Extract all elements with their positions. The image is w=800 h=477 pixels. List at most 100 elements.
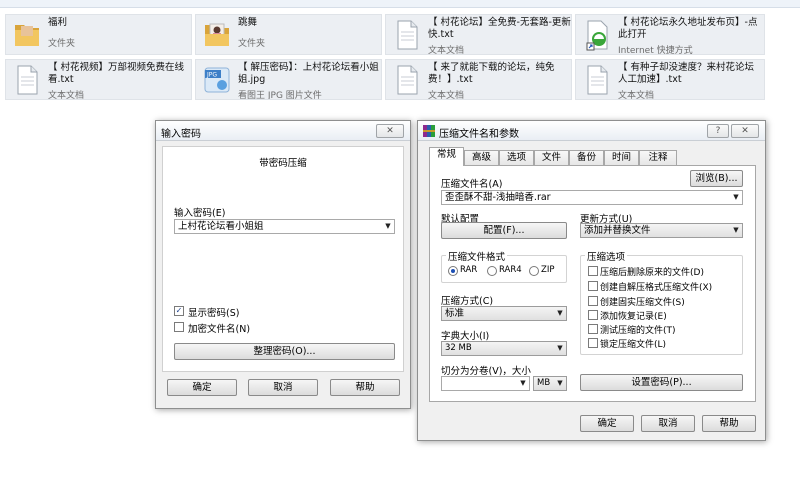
method-label: 压缩方式(C) <box>441 296 494 307</box>
jpg-image-icon: JPG <box>204 67 230 93</box>
encrypt-filenames-checkbox[interactable] <box>174 322 184 332</box>
tab-options[interactable]: 选项 <box>499 150 534 165</box>
format-zip-label: ZIP <box>541 265 555 275</box>
tile-type: 文本文档 <box>48 91 85 100</box>
chevron-down-icon[interactable]: ▼ <box>730 224 742 237</box>
delete-after-label: 压缩后删除原来的文件(D) <box>600 268 704 278</box>
archive-name-label: 压缩文件名(A) <box>441 179 503 190</box>
solid-label: 创建固实压缩文件(S) <box>600 298 685 308</box>
archive-dialog-title: 压缩文件名和参数 <box>439 129 519 140</box>
password-dialog: 输入密码 ✕ 带密码压缩 输入密码(E) 上村花论坛看小姐姐 ▼ ✓ 显示密码(… <box>155 120 411 409</box>
help-button[interactable]: 帮助 <box>330 379 400 396</box>
sfx-checkbox[interactable] <box>588 281 598 291</box>
text-file-icon <box>587 65 608 95</box>
method-select[interactable]: 标准 ▼ <box>441 306 567 321</box>
tile-type: 看图王 JPG 图片文件 <box>238 91 322 100</box>
chevron-down-icon[interactable]: ▼ <box>382 220 394 233</box>
chevron-down-icon[interactable]: ▼ <box>554 342 566 355</box>
sfx-label: 创建自解压格式压缩文件(X) <box>600 283 713 293</box>
text-file-icon <box>397 65 418 95</box>
tile-type: 文本文档 <box>618 91 655 100</box>
tile-type: 文本文档 <box>428 46 465 55</box>
password-dialog-subtitle: 带密码压缩 <box>259 158 307 169</box>
file-tile-fuli[interactable]: 福利 文件夹 <box>5 14 192 55</box>
split-unit-value: MB <box>537 378 551 388</box>
tile-type: 文本文档 <box>428 91 465 100</box>
solid-checkbox[interactable] <box>588 296 598 306</box>
set-password-button[interactable]: 设置密码(P)... <box>580 374 743 391</box>
password-value: 上村花论坛看小姐姐 <box>178 221 264 232</box>
method-value: 标准 <box>445 308 465 319</box>
ok-button[interactable]: 确定 <box>167 379 237 396</box>
file-tile-txt-4[interactable]: 【 有种子却没速度？来村花论坛人工加速】.txt 文本文档 <box>575 59 765 100</box>
tab-backup[interactable]: 备份 <box>569 150 604 165</box>
format-zip-radio[interactable] <box>529 266 539 276</box>
chevron-down-icon[interactable]: ▼ <box>517 377 529 390</box>
test-files-label: 测试压缩的文件(T) <box>600 326 676 336</box>
tile-name: 【 有种子却没速度？来村花论坛人工加速】.txt <box>618 62 755 85</box>
text-file-icon <box>397 20 418 50</box>
tile-type: Internet 快捷方式 <box>618 46 693 55</box>
internet-shortcut-icon <box>586 20 608 51</box>
chevron-down-icon[interactable]: ▼ <box>730 191 742 204</box>
file-tile-tiaowu[interactable]: 跳舞 文件夹 <box>195 14 382 55</box>
dictionary-value: 32 MB <box>445 343 472 353</box>
password-input[interactable]: 上村花论坛看小姐姐 ▼ <box>174 219 395 234</box>
help-icon[interactable]: ? <box>707 124 729 138</box>
lock-archive-checkbox[interactable] <box>588 338 598 348</box>
format-rar-radio[interactable] <box>448 266 458 276</box>
manage-passwords-button[interactable]: 整理密码(O)... <box>174 343 395 360</box>
tab-time[interactable]: 时间 <box>604 150 639 165</box>
file-tile-jpg[interactable]: JPG 【 解压密码】：上村花论坛看小姐姐.jpg 看图王 JPG 图片文件 <box>195 59 382 100</box>
recovery-record-checkbox[interactable] <box>588 310 598 320</box>
winrar-icon <box>423 125 435 137</box>
browse-button[interactable]: 浏览(B)... <box>690 170 743 187</box>
archive-name-input[interactable]: 歪歪酥不甜-浅抽暗香.rar ▼ <box>441 190 743 205</box>
tab-advanced[interactable]: 高级 <box>464 150 499 165</box>
close-icon[interactable]: ✕ <box>376 124 404 138</box>
archive-dialog-titlebar[interactable]: 压缩文件名和参数 ? ✕ <box>418 121 765 141</box>
tile-name: 福利 <box>48 17 68 28</box>
chevron-down-icon[interactable]: ▼ <box>554 377 566 390</box>
tab-files[interactable]: 文件 <box>534 150 569 165</box>
show-password-label: 显示密码(S) <box>188 308 240 319</box>
password-panel: 带密码压缩 输入密码(E) 上村花论坛看小姐姐 ▼ ✓ 显示密码(S) 加密文件… <box>162 146 404 372</box>
file-tile-shortcut[interactable]: 【 村花论坛永久地址发布页】-点此打开 Internet 快捷方式 <box>575 14 765 55</box>
file-tile-txt-2[interactable]: 【 村花视频】万部视频免费在线看.txt 文本文档 <box>5 59 192 100</box>
folder-icon <box>15 25 39 46</box>
password-dialog-title: 输入密码 <box>161 129 201 140</box>
format-rar4-radio[interactable] <box>487 266 497 276</box>
chevron-down-icon[interactable]: ▼ <box>554 307 566 320</box>
tile-name: 【 村花论坛永久地址发布页】-点此打开 <box>618 17 758 40</box>
ok-button[interactable]: 确定 <box>580 415 634 432</box>
archive-name-value: 歪歪酥不甜-浅抽暗香.rar <box>445 192 551 203</box>
tab-general[interactable]: 常规 <box>429 147 464 166</box>
tile-name: 【 村花视频】万部视频免费在线看.txt <box>48 62 185 85</box>
file-tile-txt-3[interactable]: 【 来了就能下载的论坛，纯免费！】.txt 文本文档 <box>385 59 572 100</box>
archive-format-label: 压缩文件格式 <box>446 249 508 263</box>
dictionary-select[interactable]: 32 MB ▼ <box>441 341 567 356</box>
file-tile-txt-1[interactable]: 【 村花论坛】全免费-无套路-更新快.txt 文本文档 <box>385 14 572 55</box>
lock-archive-label: 锁定压缩文件(L) <box>600 340 667 350</box>
help-button[interactable]: 帮助 <box>702 415 756 432</box>
tab-comment[interactable]: 注释 <box>639 150 677 165</box>
cancel-button[interactable]: 取消 <box>641 415 695 432</box>
show-password-checkbox[interactable]: ✓ <box>174 306 184 316</box>
split-size-input[interactable]: ▼ <box>441 376 530 391</box>
cancel-button[interactable]: 取消 <box>248 379 318 396</box>
update-mode-select[interactable]: 添加并替换文件 ▼ <box>580 223 743 238</box>
delete-after-checkbox[interactable] <box>588 266 598 276</box>
update-mode-value: 添加并替换文件 <box>584 225 651 236</box>
text-file-icon <box>17 65 38 95</box>
format-rar-label: RAR <box>460 265 478 275</box>
password-dialog-titlebar[interactable]: 输入密码 ✕ <box>156 121 410 141</box>
tile-name: 【 来了就能下载的论坛，纯免费！】.txt <box>428 62 555 85</box>
svg-text:JPG: JPG <box>206 72 217 79</box>
profiles-button[interactable]: 配置(F)... <box>441 222 567 239</box>
test-files-checkbox[interactable] <box>588 324 598 334</box>
dictionary-label: 字典大小(I) <box>441 331 490 342</box>
enter-password-label: 输入密码(E) <box>174 208 226 219</box>
archiving-options-label: 压缩选项 <box>585 249 628 263</box>
close-icon[interactable]: ✕ <box>731 124 759 138</box>
split-unit-select[interactable]: MB ▼ <box>533 376 567 391</box>
